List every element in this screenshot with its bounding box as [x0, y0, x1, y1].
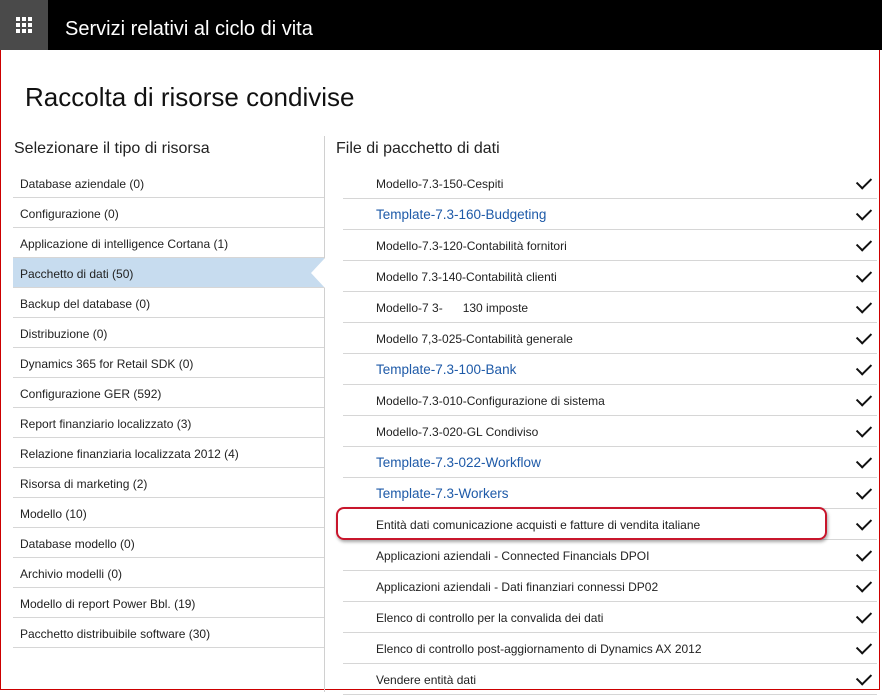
file-name: Applicazioni aziendali - Dati finanziari… — [376, 580, 659, 594]
asset-type-item[interactable]: Configurazione GER (592) — [13, 378, 324, 408]
highlight-callout — [336, 507, 827, 540]
waffle-icon — [16, 17, 32, 33]
checkmark-icon — [855, 359, 873, 376]
file-row[interactable]: Modello-7.3-150-Cespiti — [343, 168, 877, 199]
checkmark-icon — [855, 576, 873, 593]
file-row[interactable]: Modello-7 3- 130 imposte — [343, 292, 877, 323]
checkmark-icon — [855, 297, 873, 314]
asset-type-item[interactable]: Modello di report Power Bbl. (19) — [13, 588, 324, 618]
top-bar: Servizi relativi al ciclo di vita — [0, 0, 882, 50]
file-row[interactable]: Modello 7.3-140-Contabilità clienti — [343, 261, 877, 292]
file-row[interactable]: Modello-7.3-010-Configurazione di sistem… — [343, 385, 877, 416]
asset-type-item[interactable]: Risorsa di marketing (2) — [13, 468, 324, 498]
checkmark-icon — [855, 514, 873, 531]
file-name: Elenco di controllo per la convalida dei… — [376, 611, 604, 625]
checkmark-icon — [855, 173, 873, 190]
file-row[interactable]: Vendere entità dati — [343, 664, 877, 695]
file-name: Modello 7,3-025-Contabilità generale — [376, 332, 573, 346]
file-row[interactable]: Modello-7.3-020-GL Condiviso — [343, 416, 877, 447]
app-launcher-button[interactable] — [0, 0, 48, 50]
asset-type-heading: Selezionare il tipo di risorsa — [14, 140, 210, 157]
file-row[interactable]: Template-7.3-160-Budgeting — [343, 199, 877, 230]
asset-type-list: Database aziendale (0) Configurazione (0… — [13, 168, 325, 648]
asset-type-item[interactable]: Applicazione di intelligence Cortana (1) — [13, 228, 324, 258]
asset-type-item[interactable]: Backup del database (0) — [13, 288, 324, 318]
checkmark-icon — [855, 421, 873, 438]
file-row[interactable]: Elenco di controllo post-aggiornamento d… — [343, 633, 877, 664]
asset-type-item[interactable]: Configurazione (0) — [13, 198, 324, 228]
asset-type-item[interactable]: Report finanziario localizzato (3) — [13, 408, 324, 438]
checkmark-icon — [855, 328, 873, 345]
asset-type-item[interactable]: Relazione finanziaria localizzata 2012 (… — [13, 438, 324, 468]
checkmark-icon — [855, 235, 873, 252]
file-name: Vendere entità dati — [376, 673, 477, 687]
asset-type-item[interactable]: Dynamics 365 for Retail SDK (0) — [13, 348, 324, 378]
checkmark-icon — [855, 607, 873, 624]
file-name: Modello 7.3-140-Contabilità clienti — [376, 270, 557, 284]
file-link[interactable]: Template-7.3-100-Bank — [376, 354, 516, 385]
checkmark-icon — [855, 204, 873, 221]
asset-type-item[interactable]: Modello (10) — [13, 498, 324, 528]
file-row[interactable]: Modello-7.3-120-Contabilità fornitori — [343, 230, 877, 261]
file-row[interactable]: Template-7.3-022-Workflow — [343, 447, 877, 478]
asset-type-item[interactable]: Database aziendale (0) — [13, 168, 324, 198]
files-heading: File di pacchetto di dati — [336, 140, 500, 157]
column-divider — [324, 136, 325, 692]
file-link[interactable]: Template-7.3-022-Workflow — [376, 447, 541, 478]
file-name: Modello-7.3-150-Cespiti — [376, 177, 504, 191]
file-link[interactable]: Template-7.3-160-Budgeting — [376, 199, 546, 230]
checkmark-icon — [855, 483, 873, 500]
file-name: Modello-7.3-020-GL Condiviso — [376, 425, 539, 439]
checkmark-icon — [855, 390, 873, 407]
asset-type-item[interactable]: Archivio modelli (0) — [13, 558, 324, 588]
file-row[interactable]: Modello 7,3-025-Contabilità generale — [343, 323, 877, 354]
checkmark-icon — [855, 545, 873, 562]
file-name: Modello-7 3- 130 imposte — [376, 301, 529, 315]
file-row[interactable]: Template-7.3-Workers — [343, 478, 877, 509]
app-title: Servizi relativi al ciclo di vita — [65, 18, 313, 40]
file-name: Elenco di controllo post-aggiornamento d… — [376, 642, 702, 656]
file-row[interactable]: Elenco di controllo per la convalida dei… — [343, 602, 877, 633]
file-name: Applicazioni aziendali - Connected Finan… — [376, 549, 650, 563]
checkmark-icon — [855, 669, 873, 686]
file-name: Modello-7.3-120-Contabilità fornitori — [376, 239, 567, 253]
checkmark-icon — [855, 638, 873, 655]
file-row[interactable]: Template-7.3-100-Bank — [343, 354, 877, 385]
file-link[interactable]: Template-7.3-Workers — [376, 478, 509, 509]
file-name: Modello-7.3-010-Configurazione di sistem… — [376, 394, 605, 408]
data-package-file-list: Modello-7.3-150-Cespiti Template-7.3-160… — [343, 168, 877, 695]
asset-type-item[interactable]: Database modello (0) — [13, 528, 324, 558]
checkmark-icon — [855, 452, 873, 469]
checkmark-icon — [855, 266, 873, 283]
page-title: Raccolta di risorse condivise — [25, 82, 355, 112]
asset-type-item[interactable]: Pacchetto distribuibile software (30) — [13, 618, 324, 648]
asset-type-item[interactable]: Distribuzione (0) — [13, 318, 324, 348]
file-row[interactable]: Applicazioni aziendali - Connected Finan… — [343, 540, 877, 571]
asset-type-item-selected[interactable]: Pacchetto di dati (50) — [13, 258, 325, 288]
file-row[interactable]: Applicazioni aziendali - Dati finanziari… — [343, 571, 877, 602]
